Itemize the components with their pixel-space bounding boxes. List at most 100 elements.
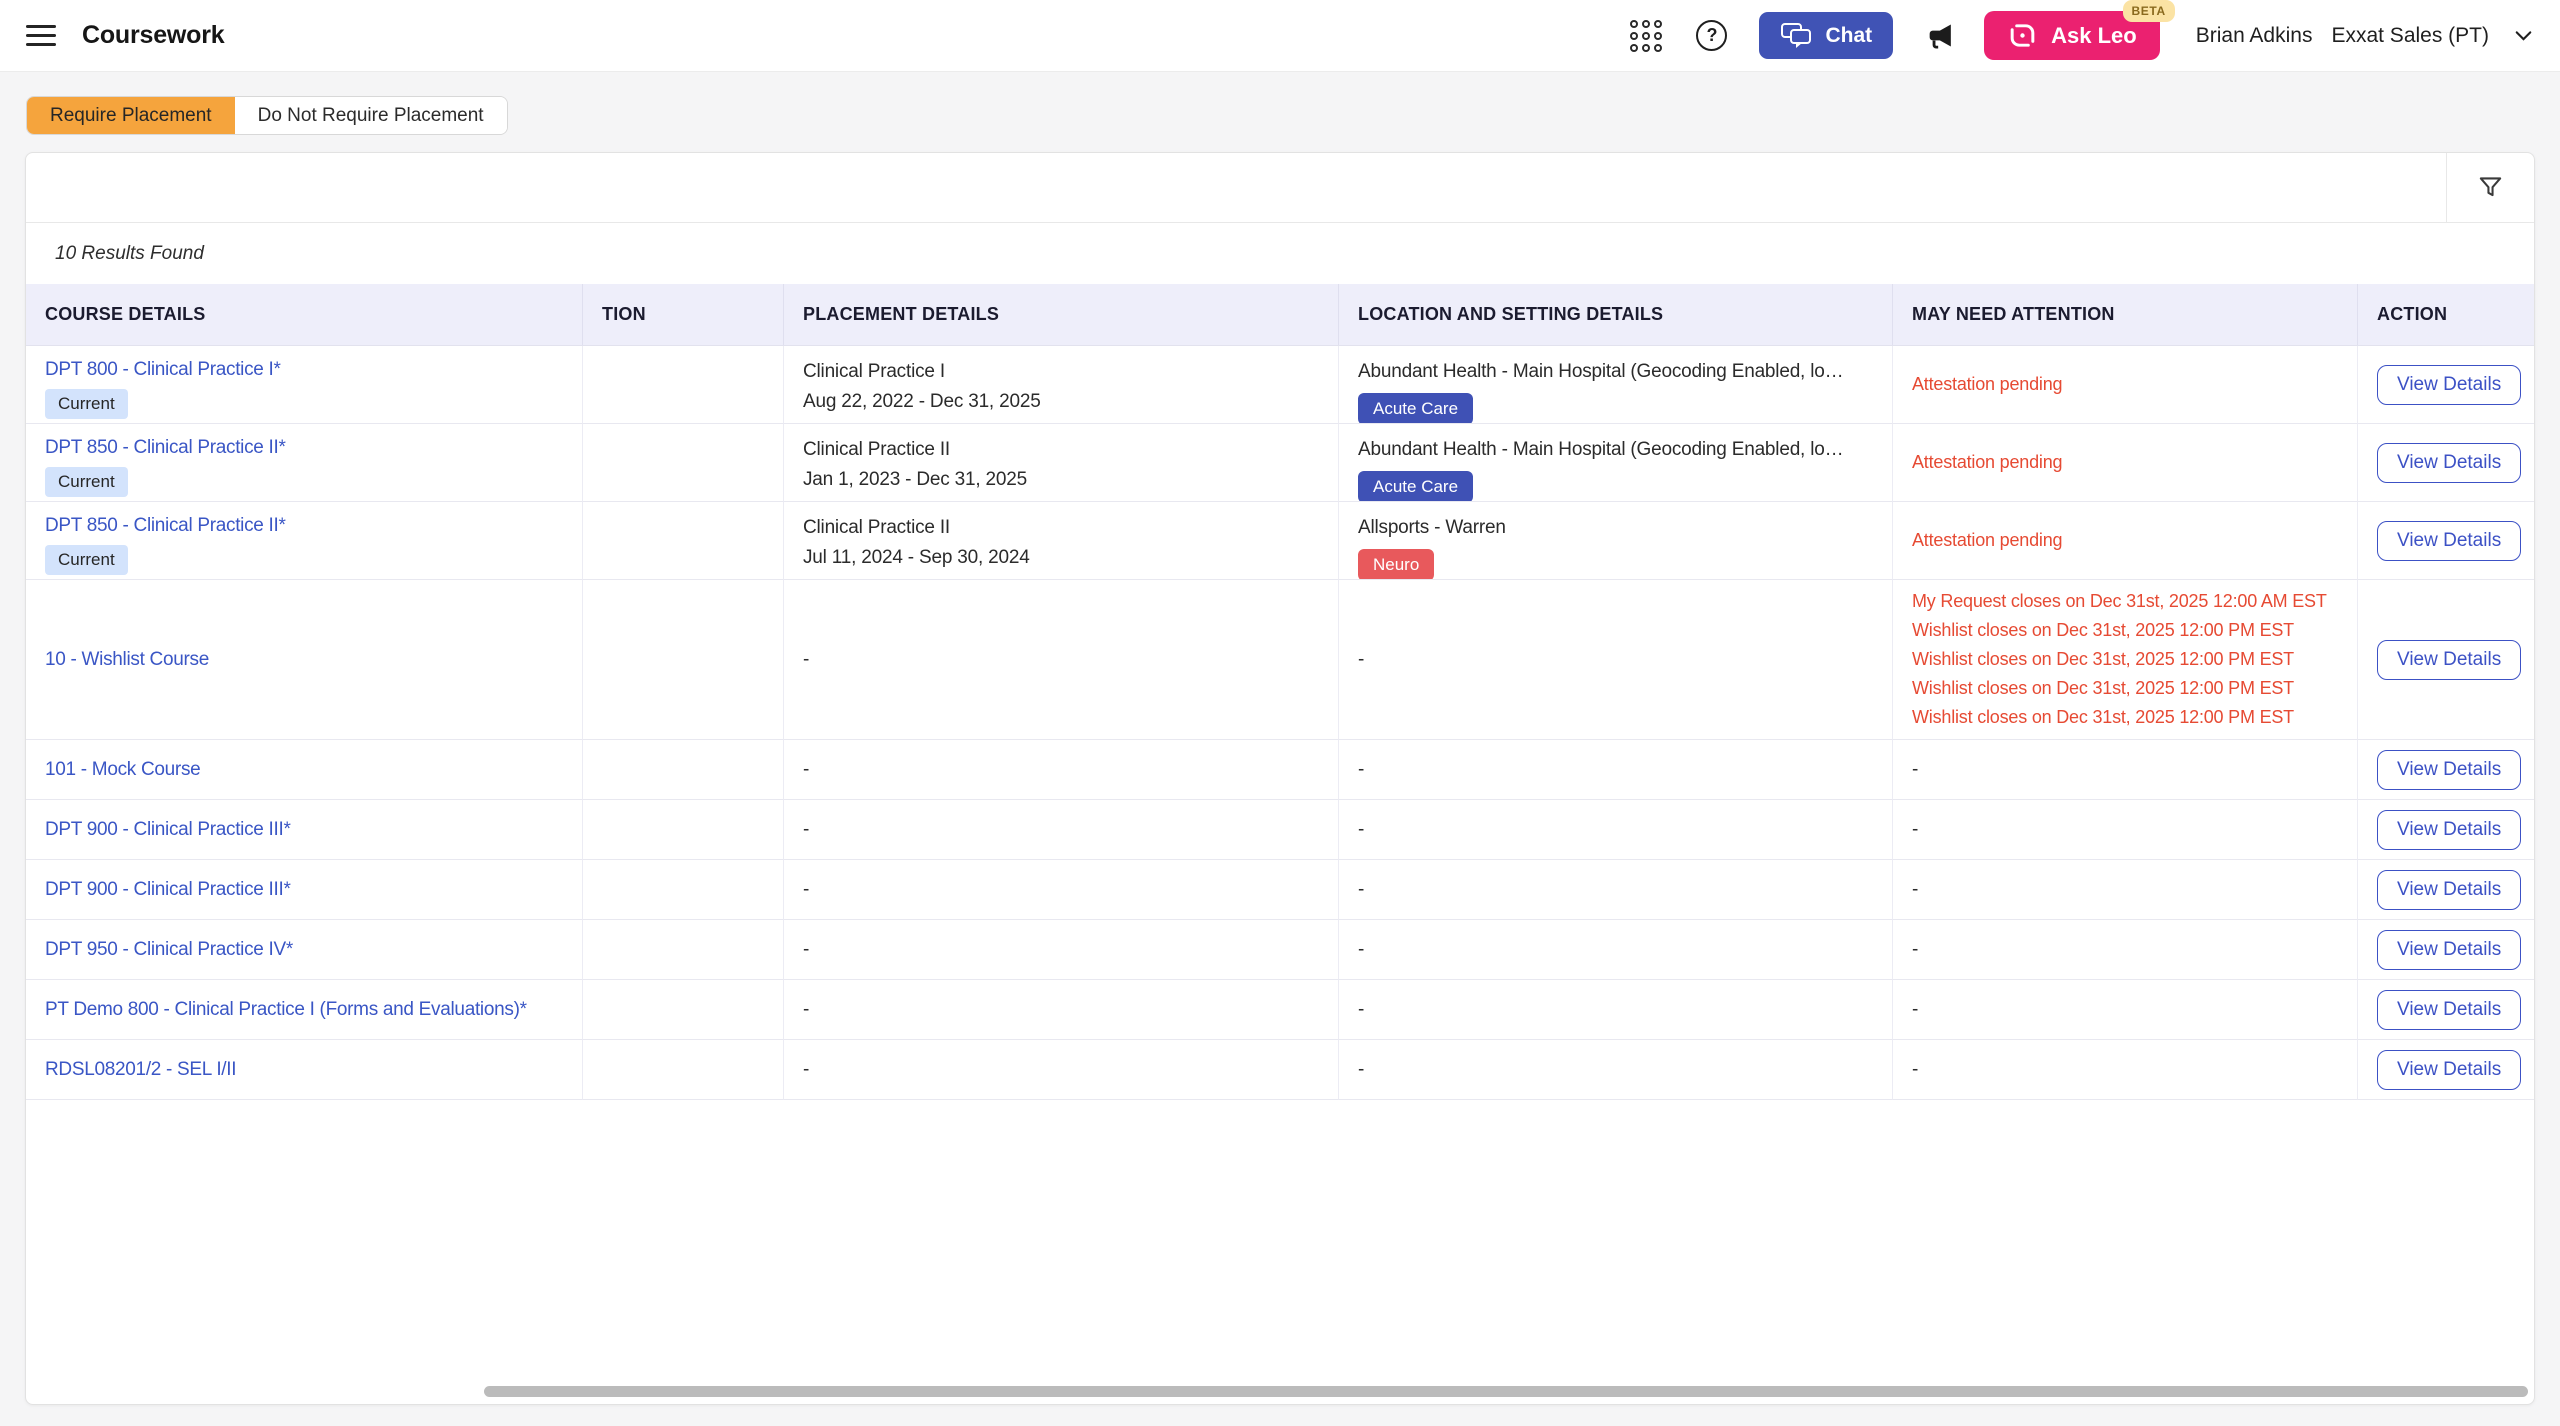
location-name: Allsports - Warren <box>1358 513 1873 543</box>
table-row: DPT 900 - Clinical Practice III* - - - V… <box>26 800 2534 860</box>
location-setting-cell: - <box>1339 1040 1893 1100</box>
course-link[interactable]: DPT 800 - Clinical Practice I* <box>45 357 563 383</box>
chat-button-label: Chat <box>1825 24 1872 48</box>
placement-details-cell: - <box>784 800 1339 860</box>
course-link[interactable]: RDSL08201/2 - SEL I/II <box>45 1057 563 1083</box>
filter-bar <box>26 153 2534 223</box>
help-glyph: ? <box>1706 25 1717 46</box>
action-cell: View Details <box>2358 920 2534 980</box>
header-action: ACTION <box>2358 284 2534 345</box>
table-row: RDSL08201/2 - SEL I/II - - - View Detail… <box>26 1040 2534 1100</box>
filter-button[interactable] <box>2446 153 2534 222</box>
placement-dates: Jan 1, 2023 - Dec 31, 2025 <box>803 465 1319 495</box>
placement-details-cell: - <box>784 980 1339 1040</box>
tab-do-not-require-placement[interactable]: Do Not Require Placement <box>235 97 507 134</box>
location-dash: - <box>1358 1055 1873 1085</box>
table-row: DPT 900 - Clinical Practice III* - - - V… <box>26 860 2534 920</box>
location-setting-cell: - <box>1339 980 1893 1040</box>
placement-dash: - <box>803 935 1319 965</box>
action-cell: View Details <box>2358 346 2534 424</box>
placement-name: Clinical Practice II <box>803 513 1319 543</box>
course-link[interactable]: DPT 900 - Clinical Practice III* <box>45 817 563 843</box>
placement-details-cell: - <box>784 740 1339 800</box>
course-details-cell: DPT 850 - Clinical Practice II* Current <box>26 424 583 502</box>
location-dash: - <box>1358 815 1873 845</box>
view-details-button[interactable]: View Details <box>2377 640 2521 680</box>
location-setting-cell: - <box>1339 860 1893 920</box>
section-cell <box>583 800 784 860</box>
page-title: Coursework <box>82 21 224 50</box>
course-details-cell: 101 - Mock Course <box>26 740 583 800</box>
location-dash: - <box>1358 875 1873 905</box>
course-link[interactable]: DPT 850 - Clinical Practice II* <box>45 513 563 539</box>
location-setting-cell: Abundant Health - Main Hospital (Geocodi… <box>1339 424 1893 502</box>
course-link[interactable]: DPT 900 - Clinical Practice III* <box>45 877 563 903</box>
course-link[interactable]: PT Demo 800 - Clinical Practice I (Forms… <box>45 997 563 1023</box>
view-details-button[interactable]: View Details <box>2377 443 2521 483</box>
topbar-actions: ? Chat <box>1630 11 2536 60</box>
location-setting-cell: Allsports - Warren Neuro <box>1339 502 1893 580</box>
view-details-button[interactable]: View Details <box>2377 750 2521 790</box>
location-name: Abundant Health - Main Hospital (Geocodi… <box>1358 357 1873 387</box>
view-details-button[interactable]: View Details <box>2377 990 2521 1030</box>
header-location-setting-details: LOCATION AND SETTING DETAILS <box>1339 284 1893 345</box>
ask-leo-button[interactable]: Ask Leo BETA <box>1984 11 2160 60</box>
apps-grid-icon[interactable] <box>1630 20 1662 52</box>
course-link[interactable]: 101 - Mock Course <box>45 757 563 783</box>
section-cell <box>583 346 784 424</box>
placement-name: Clinical Practice II <box>803 435 1319 465</box>
chat-button[interactable]: Chat <box>1759 12 1893 59</box>
attention-cell: - <box>1893 800 2358 860</box>
help-icon[interactable]: ? <box>1696 20 1727 51</box>
action-cell: View Details <box>2358 800 2534 860</box>
attention-dash: - <box>1912 875 2338 905</box>
chat-bubbles-icon <box>1780 22 1814 49</box>
chevron-down-icon[interactable] <box>2511 23 2536 48</box>
view-details-button[interactable]: View Details <box>2377 1050 2521 1090</box>
attention-cell: Attestation pending <box>1893 502 2358 580</box>
location-setting-cell: - <box>1339 800 1893 860</box>
setting-badge: Neuro <box>1358 549 1434 580</box>
status-badge: Current <box>45 467 128 497</box>
placement-details-cell: Clinical Practice II Jan 1, 2023 - Dec 3… <box>784 424 1339 502</box>
course-link[interactable]: DPT 950 - Clinical Practice IV* <box>45 937 563 963</box>
table-header-row: COURSE DETAILS TION PLACEMENT DETAILS LO… <box>26 284 2534 346</box>
table-row: DPT 950 - Clinical Practice IV* - - - Vi… <box>26 920 2534 980</box>
placement-dash: - <box>803 815 1319 845</box>
view-details-button[interactable]: View Details <box>2377 521 2521 561</box>
table-row: 101 - Mock Course - - - View Details <box>26 740 2534 800</box>
course-link[interactable]: DPT 850 - Clinical Practice II* <box>45 435 563 461</box>
section-cell <box>583 1040 784 1100</box>
section-cell <box>583 860 784 920</box>
header-course-details: COURSE DETAILS <box>26 284 583 345</box>
attention-text: Attestation pending <box>1912 370 2338 399</box>
megaphone-icon[interactable] <box>1925 20 1956 51</box>
course-link[interactable]: 10 - Wishlist Course <box>45 647 563 673</box>
placement-dash: - <box>803 995 1319 1025</box>
placement-details-cell: - <box>784 1040 1339 1100</box>
view-details-button[interactable]: View Details <box>2377 365 2521 405</box>
location-dash: - <box>1358 935 1873 965</box>
ask-leo-label: Ask Leo <box>2051 23 2137 49</box>
view-details-button[interactable]: View Details <box>2377 870 2521 910</box>
horizontal-scrollbar-thumb[interactable] <box>484 1386 2528 1397</box>
location-setting-cell: Abundant Health - Main Hospital (Geocodi… <box>1339 346 1893 424</box>
table-row: DPT 800 - Clinical Practice I* Current C… <box>26 346 2534 424</box>
placement-details-cell: - <box>784 920 1339 980</box>
view-details-button[interactable]: View Details <box>2377 810 2521 850</box>
hamburger-menu-icon[interactable] <box>26 25 56 46</box>
attention-cell: - <box>1893 920 2358 980</box>
ask-leo-logo-icon <box>2007 20 2038 51</box>
setting-badge: Acute Care <box>1358 393 1473 424</box>
tab-require-placement[interactable]: Require Placement <box>27 97 235 134</box>
location-setting-cell: - <box>1339 740 1893 800</box>
attention-dash: - <box>1912 815 2338 845</box>
user-name: Brian Adkins <box>2196 24 2313 48</box>
attention-text: Wishlist closes on Dec 31st, 2025 12:00 … <box>1912 616 2338 645</box>
view-details-button[interactable]: View Details <box>2377 930 2521 970</box>
section-cell <box>583 920 784 980</box>
placement-dash: - <box>803 1055 1319 1085</box>
section-cell <box>583 502 784 580</box>
attention-dash: - <box>1912 1055 2338 1085</box>
course-details-cell: RDSL08201/2 - SEL I/II <box>26 1040 583 1100</box>
